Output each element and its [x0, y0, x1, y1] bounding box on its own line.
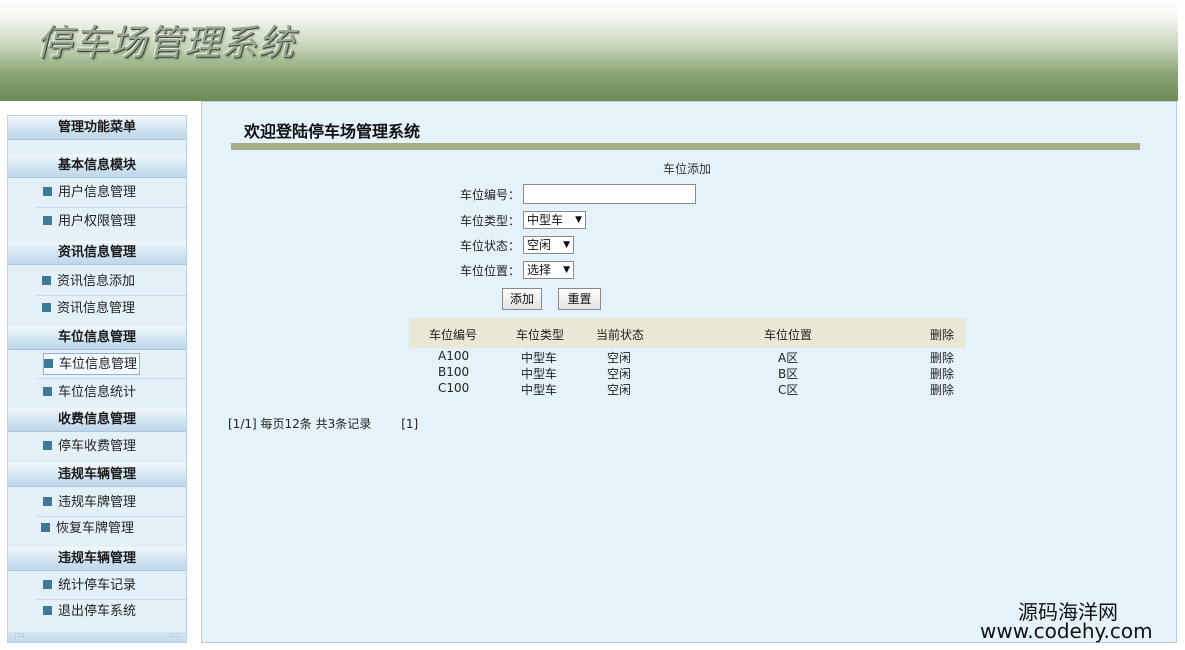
sidebar-item-parking-records[interactable]: 统计停车记录 — [43, 575, 136, 597]
divider — [36, 207, 186, 208]
page-link[interactable]: [1] — [401, 417, 418, 431]
divider — [36, 516, 186, 517]
cell-location: B区 — [778, 367, 799, 381]
menu-header: 管理功能菜单 — [8, 116, 186, 140]
sidebar-item-plate-restore[interactable]: 恢复车牌管理 — [41, 518, 134, 540]
add-button[interactable]: 添加 — [502, 288, 542, 310]
bullet-icon — [43, 187, 52, 196]
cell-location: C区 — [778, 383, 799, 397]
delete-link[interactable]: 删除 — [930, 381, 954, 398]
table-row: B100 中型车 空闲 B区 删除 — [409, 365, 966, 381]
cell-type: 中型车 — [521, 351, 558, 365]
sidebar: 管理功能菜单 基本信息模块 用户信息管理 用户权限管理 资讯信息管理 资讯信息添… — [0, 101, 196, 650]
dropdown-arrow-icon: ▼ — [563, 240, 570, 250]
column-header: 车位位置 — [764, 328, 813, 342]
pagination: [1/1] 每页12条 共3条记录 [1] — [228, 415, 418, 432]
column-header: 车位类型 — [516, 328, 565, 342]
section-title-violations[interactable]: 违规车辆管理 — [8, 463, 186, 487]
bullet-icon — [43, 441, 52, 450]
bullet-icon — [44, 359, 53, 368]
bullet-icon — [43, 580, 52, 589]
column-header: 删除 — [930, 328, 955, 342]
table-row: A100 中型车 空闲 A区 删除 — [409, 349, 966, 365]
bullet-icon — [42, 303, 51, 312]
cell-number: A100 — [438, 349, 470, 363]
cell-status: 空闲 — [607, 367, 632, 381]
section-title-records[interactable]: 违规车辆管理 — [8, 547, 186, 571]
status-label: 车位状态： — [459, 239, 520, 253]
sidebar-item-news-add[interactable]: 资讯信息添加 — [42, 271, 135, 293]
delete-link[interactable]: 删除 — [930, 349, 954, 366]
sidebar-item-news-manage[interactable]: 资讯信息管理 — [42, 298, 135, 320]
section-title-fees[interactable]: 收费信息管理 — [8, 408, 186, 432]
space-type-select[interactable]: 中型车 ▼ — [523, 211, 586, 229]
sidebar-item-logout[interactable]: 退出停车系统 — [43, 601, 136, 623]
sidebar-item-user-info[interactable]: 用户信息管理 — [43, 182, 136, 204]
cell-location: A区 — [778, 351, 799, 365]
sidebar-menu: 管理功能菜单 基本信息模块 用户信息管理 用户权限管理 资讯信息管理 资讯信息添… — [7, 115, 187, 643]
title-underline — [231, 143, 1140, 150]
bullet-icon — [43, 387, 52, 396]
dropdown-arrow-icon: ▼ — [563, 265, 570, 275]
table-row: C100 中型车 空闲 C区 删除 — [409, 381, 966, 397]
status-row: 车位状态： — [458, 235, 520, 257]
page-title: 欢迎登陆停车场管理系统 — [244, 122, 421, 141]
type-label: 车位类型： — [459, 214, 520, 228]
location-label: 车位位置： — [459, 264, 520, 278]
header-banner: 停车场管理系统 — [0, 0, 1178, 101]
bullet-icon — [43, 497, 52, 506]
column-header: 车位编号 — [429, 328, 478, 342]
sidebar-item-space-manage[interactable]: 车位信息管理 — [43, 353, 141, 375]
space-status-select[interactable]: 空闲 ▼ — [523, 236, 574, 254]
watermark-url: www.codehy.com — [980, 619, 1153, 643]
divider — [36, 599, 186, 600]
cell-number: C100 — [438, 381, 470, 395]
cell-status: 空闲 — [607, 383, 632, 397]
dropdown-arrow-icon: ▼ — [575, 215, 582, 225]
divider — [36, 295, 186, 296]
section-title-news[interactable]: 资讯信息管理 — [8, 241, 186, 265]
cell-type: 中型车 — [521, 383, 558, 397]
system-logo: 停车场管理系统 — [36, 23, 296, 64]
divider — [36, 378, 186, 379]
cell-type: 中型车 — [521, 367, 558, 381]
form-title: 车位添加 — [662, 162, 711, 176]
location-row: 车位位置： — [458, 260, 520, 282]
pagination-summary: [1/1] 每页12条 共3条记录 — [228, 417, 372, 431]
table-header: 车位编号 车位类型 当前状态 车位位置 删除 — [409, 318, 966, 348]
space-location-select[interactable]: 选择 ▼ — [523, 261, 574, 279]
reset-button[interactable]: 重置 — [558, 288, 601, 310]
sidebar-item-space-stats[interactable]: 车位信息统计 — [43, 382, 136, 404]
cell-number: B100 — [438, 365, 470, 379]
sidebar-item-plate-violations[interactable]: 违规车牌管理 — [43, 492, 136, 514]
cell-status: 空闲 — [607, 351, 632, 365]
bullet-icon — [43, 216, 52, 225]
sidebar-footer: :::: :::: — [8, 630, 186, 642]
number-row: 车位编号： — [458, 184, 520, 206]
section-title-basic[interactable]: 基本信息模块 — [8, 154, 186, 178]
section-title-parking-space[interactable]: 车位信息管理 — [8, 326, 186, 350]
delete-link[interactable]: 删除 — [930, 365, 954, 382]
space-number-input[interactable] — [523, 184, 696, 204]
bullet-icon — [41, 523, 50, 532]
number-label: 车位编号： — [459, 188, 520, 202]
type-row: 车位类型： — [458, 210, 520, 232]
column-header: 当前状态 — [596, 328, 645, 342]
bullet-icon — [42, 276, 51, 285]
bullet-icon — [43, 606, 52, 615]
sidebar-item-user-permissions[interactable]: 用户权限管理 — [43, 211, 136, 233]
main-content: 欢迎登陆停车场管理系统 车位添加 车位编号： 车位类型： 中型车 ▼ 车位状态： … — [201, 101, 1177, 643]
sidebar-item-parking-fees[interactable]: 停车收费管理 — [43, 436, 136, 458]
